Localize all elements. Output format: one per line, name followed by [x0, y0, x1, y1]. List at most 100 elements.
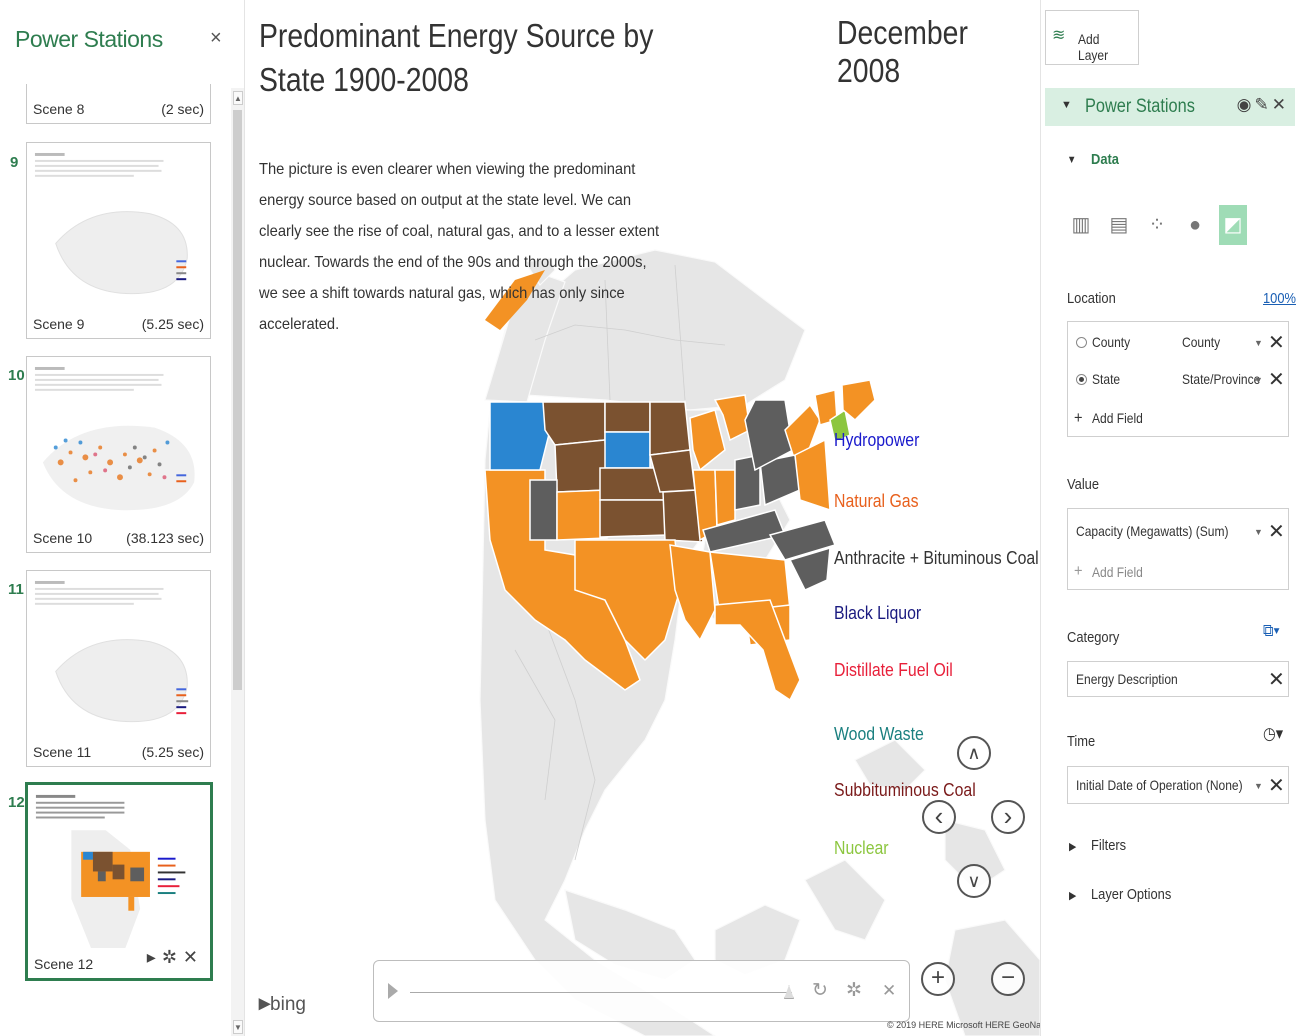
scene-card-8[interactable]: Scene 8 (2 sec): [26, 84, 211, 124]
edit-icon[interactable]: ✎: [1255, 95, 1272, 114]
scene-number: 9: [10, 154, 19, 171]
layer-name[interactable]: Power Stations: [1085, 96, 1195, 118]
scene-thumbnail: [32, 791, 206, 948]
play-icon[interactable]: [388, 983, 398, 999]
time-slider[interactable]: [410, 992, 792, 993]
add-location-field[interactable]: Add Field: [1092, 410, 1143, 426]
scene-duration: (2 sec): [161, 101, 204, 117]
plus-icon[interactable]: +: [1074, 408, 1083, 428]
location-fields: County County ▼ ✕ State State/Province ▼…: [1067, 321, 1289, 437]
collapse-data-icon[interactable]: ▼: [1067, 154, 1076, 166]
plus-icon[interactable]: +: [1074, 561, 1083, 581]
remove-field-icon[interactable]: ✕: [1268, 667, 1285, 692]
scene-thumbnail: [31, 149, 206, 308]
state-radio[interactable]: [1076, 374, 1087, 385]
pan-left-button[interactable]: ‹: [922, 800, 956, 834]
visibility-icon[interactable]: ◉: [1237, 95, 1255, 114]
scene-label: Scene 9: [33, 316, 85, 332]
clock-icon[interactable]: ◷▾: [1263, 724, 1283, 744]
chevron-down-icon[interactable]: ▼: [1254, 338, 1263, 348]
bing-logo: ▸bing: [259, 990, 306, 1016]
legend-item: Hydropower: [834, 430, 920, 450]
bubble-icon[interactable]: ⁘: [1143, 205, 1171, 245]
bing-logo-icon: ▸: [259, 990, 271, 1015]
stacked-column-icon[interactable]: ▥: [1067, 205, 1095, 245]
delete-layer-icon[interactable]: ✕: [1272, 95, 1289, 114]
close-scene-panel-button[interactable]: ×: [210, 27, 222, 50]
bing-label: bing: [270, 994, 306, 1015]
scene-duration: (5.25 sec): [141, 316, 204, 332]
scene-tools: ▸✲✕: [147, 947, 204, 968]
scene-list: Scene 8 (2 sec) 9 Scene 9 (5.25 sec) 10: [0, 84, 230, 1036]
expand-filters-icon[interactable]: ▶: [1069, 840, 1076, 853]
value-label: Value: [1067, 476, 1100, 493]
layer-header[interactable]: ▼ Power Stations ◉✎✕: [1045, 88, 1295, 126]
scene-thumbnail: [31, 577, 206, 736]
scene-label: Scene 12: [34, 956, 94, 972]
chevron-down-icon[interactable]: ▼: [1254, 375, 1263, 385]
delete-scene-icon[interactable]: ✕: [183, 947, 204, 967]
zoom-in-button[interactable]: +: [921, 962, 955, 996]
clustered-column-icon[interactable]: ▤: [1105, 205, 1133, 245]
scene-duration: (5.25 sec): [141, 744, 204, 760]
layer-tools: ◉✎✕: [1237, 95, 1289, 115]
expand-layer-options-icon[interactable]: ▶: [1069, 889, 1076, 902]
add-layer-button[interactable]: ≋ Add Layer: [1045, 10, 1139, 65]
scroll-up-icon[interactable]: ▲: [233, 91, 243, 105]
pan-right-button[interactable]: ›: [991, 800, 1025, 834]
pan-down-button[interactable]: ∨: [957, 864, 991, 898]
legend-item: Distillate Fuel Oil: [834, 660, 953, 680]
gear-icon[interactable]: ✲: [846, 979, 862, 1002]
remove-field-icon[interactable]: ✕: [1268, 519, 1285, 544]
heat-map-icon[interactable]: ●: [1181, 205, 1209, 245]
map-view[interactable]: Predominant Energy Source by State 1900-…: [245, 0, 1040, 1036]
data-section-title[interactable]: Data: [1091, 151, 1119, 168]
gear-icon[interactable]: ✲: [162, 947, 183, 967]
scene-card-11[interactable]: Scene 11 (5.25 sec): [26, 570, 211, 767]
county-radio[interactable]: [1076, 337, 1087, 348]
scene-card-9[interactable]: Scene 9 (5.25 sec): [26, 142, 211, 339]
add-layer-label: Add Layer: [1078, 31, 1109, 63]
legend-item: Black Liquor: [834, 603, 922, 623]
zoom-out-button[interactable]: −: [991, 962, 1025, 996]
scene-card-12[interactable]: Scene 12 ▸✲✕: [25, 782, 213, 981]
category-label: Category: [1067, 629, 1120, 646]
map-date: December 2008: [837, 14, 968, 89]
add-value-field[interactable]: Add Field: [1092, 564, 1143, 580]
filters-section[interactable]: Filters: [1091, 837, 1126, 854]
location-field-type[interactable]: County: [1182, 334, 1220, 350]
collapse-icon[interactable]: ▼: [1061, 99, 1072, 111]
remove-field-icon[interactable]: ✕: [1268, 330, 1285, 355]
play-scene-icon[interactable]: ▸: [147, 947, 162, 967]
scene-label: Scene 11: [33, 744, 92, 760]
location-label: Location: [1067, 290, 1116, 307]
layer-pane: ≋ Add Layer ▼ Power Stations ◉✎✕ ▼ Data …: [1040, 0, 1298, 1036]
category-field[interactable]: Energy Description: [1076, 671, 1178, 687]
value-fields: Capacity (Megawatts) (Sum) ▼ ✕ + Add Fie…: [1067, 508, 1289, 590]
scrollbar-thumb[interactable]: [233, 110, 242, 690]
location-field-type[interactable]: State/Province: [1182, 371, 1260, 387]
scene-thumbnail: [31, 363, 206, 522]
remove-field-icon[interactable]: ✕: [1268, 367, 1285, 392]
remove-field-icon[interactable]: ✕: [1268, 773, 1285, 798]
region-icon[interactable]: ◩: [1219, 205, 1247, 245]
chevron-down-icon[interactable]: ▼: [1254, 527, 1263, 537]
chevron-down-icon[interactable]: ▼: [1254, 781, 1263, 791]
location-percent[interactable]: 100%: [1263, 290, 1296, 307]
pan-up-button[interactable]: ∧: [957, 736, 991, 770]
scene-card-10[interactable]: Scene 10 (38.123 sec): [26, 356, 211, 553]
category-options-icon[interactable]: ⧉▾: [1263, 621, 1280, 641]
scene-panel: Power Stations × Scene 8 (2 sec) 9 Scene…: [0, 0, 245, 1036]
loop-icon[interactable]: ↻: [812, 979, 828, 1002]
map-copyright: © 2019 HERE Microsoft HERE GeoNames: [887, 1020, 1040, 1030]
map-title: Predominant Energy Source by State 1900-…: [259, 17, 654, 98]
location-field-name: County: [1092, 334, 1131, 350]
scene-number: 12: [8, 794, 25, 811]
scene-label: Scene 8: [33, 101, 85, 117]
time-player: ↻ ✲ ✕: [373, 960, 910, 1022]
scroll-down-icon[interactable]: ▼: [233, 1020, 243, 1034]
value-field[interactable]: Capacity (Megawatts) (Sum): [1076, 523, 1229, 539]
layer-options-section[interactable]: Layer Options: [1091, 886, 1171, 903]
close-icon[interactable]: ✕: [882, 981, 896, 1001]
time-field[interactable]: Initial Date of Operation (None): [1076, 777, 1243, 793]
